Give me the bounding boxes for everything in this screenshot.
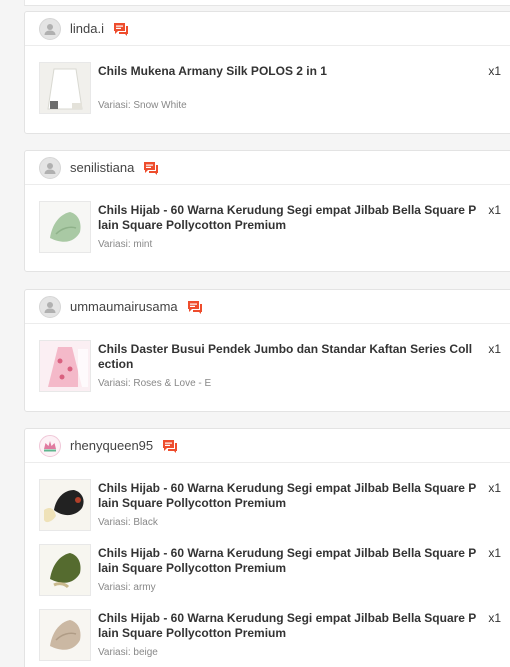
product-image-daster — [40, 341, 90, 391]
order-item[interactable]: Chils Hijab - 60 Warna Kerudung Segi emp… — [39, 201, 501, 253]
product-quantity: x1 — [488, 611, 501, 625]
order-card-header: rhenyqueen95 — [25, 429, 510, 463]
product-title[interactable]: Chils Hijab - 60 Warna Kerudung Segi emp… — [98, 611, 478, 641]
product-variant: Variasi: Snow White — [98, 100, 187, 111]
product-image-hijab-mint — [40, 202, 90, 252]
product-thumbnail[interactable] — [39, 544, 91, 596]
product-variant: Variasi: Roses & Love - E — [98, 378, 212, 389]
user-icon — [44, 162, 56, 174]
product-quantity: x1 — [488, 481, 501, 495]
product-thumbnail[interactable] — [39, 201, 91, 253]
chat-icon[interactable] — [162, 438, 178, 454]
order-item[interactable]: Chils Mukena Armany Silk POLOS 2 in 1 Va… — [39, 62, 501, 114]
user-icon — [44, 23, 56, 35]
product-thumbnail[interactable] — [39, 609, 91, 661]
product-variant: Variasi: beige — [98, 647, 158, 658]
product-title[interactable]: Chils Daster Busui Pendek Jumbo dan Stan… — [98, 342, 478, 372]
order-item[interactable]: Chils Hijab - 60 Warna Kerudung Segi emp… — [39, 479, 501, 531]
product-quantity: x1 — [488, 64, 501, 78]
product-image-hijab-black — [40, 480, 90, 530]
chat-icon[interactable] — [113, 21, 129, 37]
product-title[interactable]: Chils Hijab - 60 Warna Kerudung Segi emp… — [98, 203, 478, 233]
product-image-mukena — [40, 63, 90, 113]
avatar[interactable] — [39, 17, 61, 40]
product-thumbnail[interactable] — [39, 479, 91, 531]
order-card: linda.i Chils Mukena Armany Silk POLOS 2… — [24, 11, 510, 134]
order-card-header: linda.i — [25, 12, 510, 46]
product-quantity: x1 — [488, 203, 501, 217]
order-card: senilistiana Chils Hijab - 60 Warna Keru… — [24, 150, 510, 272]
order-item[interactable]: Chils Hijab - 60 Warna Kerudung Segi emp… — [39, 609, 501, 661]
avatar[interactable] — [39, 295, 61, 318]
order-card-header: senilistiana — [25, 151, 510, 185]
order-item[interactable]: Chils Daster Busui Pendek Jumbo dan Stan… — [39, 340, 501, 392]
user-icon — [44, 301, 56, 313]
product-image-hijab-beige — [40, 610, 90, 660]
product-title[interactable]: Chils Hijab - 60 Warna Kerudung Segi emp… — [98, 546, 478, 576]
buyer-username[interactable]: ummaumairusama — [70, 299, 178, 314]
product-quantity: x1 — [488, 546, 501, 560]
chat-icon[interactable] — [187, 299, 203, 315]
product-quantity: x1 — [488, 342, 501, 356]
order-card-header: ummaumairusama — [25, 290, 510, 324]
buyer-username[interactable]: senilistiana — [70, 160, 134, 175]
avatar[interactable] — [39, 156, 61, 179]
chat-icon[interactable] — [143, 160, 159, 176]
order-item[interactable]: Chils Hijab - 60 Warna Kerudung Segi emp… — [39, 544, 501, 596]
previous-card-edge — [24, 0, 510, 6]
order-card: ummaumairusama Chils Daster Busui Pendek… — [24, 289, 510, 412]
buyer-username[interactable]: rhenyqueen95 — [70, 438, 153, 453]
product-title[interactable]: Chils Mukena Armany Silk POLOS 2 in 1 — [98, 64, 478, 79]
product-thumbnail[interactable] — [39, 62, 91, 114]
avatar[interactable] — [39, 434, 61, 457]
product-title[interactable]: Chils Hijab - 60 Warna Kerudung Segi emp… — [98, 481, 478, 511]
buyer-username[interactable]: linda.i — [70, 21, 104, 36]
product-variant: Variasi: Black — [98, 517, 158, 528]
product-image-hijab-army — [40, 545, 90, 595]
product-variant: Variasi: army — [98, 582, 156, 593]
order-card: rhenyqueen95 Chils Hijab - 60 Warna Keru… — [24, 428, 510, 667]
crown-logo-icon — [44, 440, 56, 451]
product-thumbnail[interactable] — [39, 340, 91, 392]
product-variant: Variasi: mint — [98, 239, 153, 250]
